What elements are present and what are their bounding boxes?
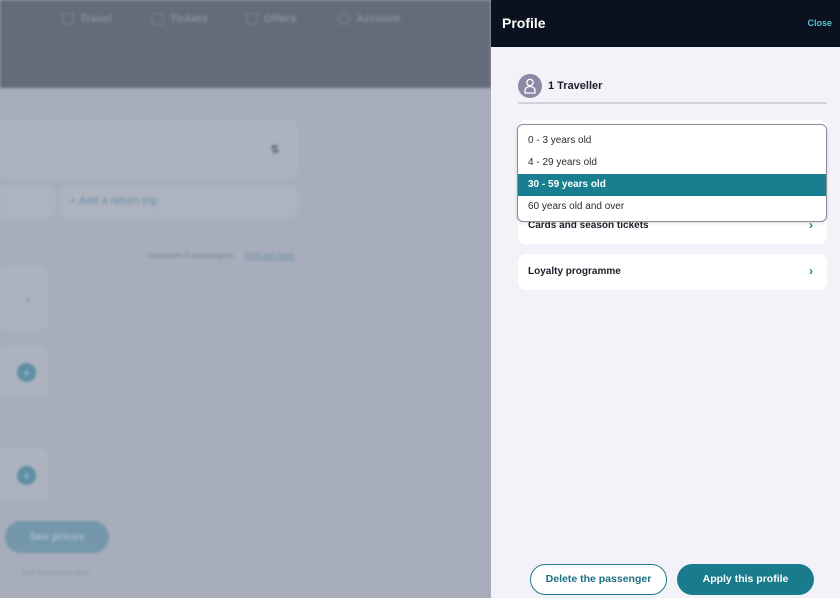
- divider: [0, 410, 298, 411]
- age-option[interactable]: 0 - 3 years old: [518, 130, 826, 152]
- nav-item-account[interactable]: Account: [338, 13, 400, 25]
- offers-icon: [246, 13, 258, 25]
- ticket-icon: [152, 13, 164, 25]
- person-icon: [524, 78, 536, 94]
- nav-item-offers[interactable]: Offers: [246, 13, 296, 25]
- route-icon: [62, 13, 74, 25]
- traveller-summary: 1 Traveller: [518, 74, 827, 104]
- find-out-more-link[interactable]: Find out more: [245, 251, 294, 260]
- nav-label: Offers: [264, 13, 297, 25]
- age-option-selected[interactable]: 30 - 59 years old: [518, 174, 826, 196]
- age-dropdown[interactable]: 0 - 3 years old 4 - 29 years old 30 - 59…: [517, 124, 827, 222]
- see-prices-button[interactable]: See prices: [5, 521, 109, 553]
- background-page: Travel Tickets Offers Account ⇅ + Add a …: [0, 0, 491, 598]
- chevron-right-icon: ›: [809, 264, 813, 278]
- route-card[interactable]: [0, 120, 298, 178]
- passenger-card[interactable]: [0, 266, 48, 330]
- nav-label: Account: [356, 13, 400, 25]
- apply-profile-button[interactable]: Apply this profile: [677, 564, 814, 595]
- add-return-trip-link[interactable]: + Add a return trip: [70, 195, 158, 207]
- nav-label: Tickets: [170, 13, 208, 25]
- panel-title: Profile: [502, 15, 546, 31]
- see-itineraries-link[interactable]: See itineraries only: [21, 568, 89, 577]
- profile-panel: Profile Close 1 Traveller Cards and seas…: [491, 0, 840, 598]
- swap-icon[interactable]: ⇅: [262, 139, 288, 161]
- chevron-right-icon: ›: [26, 292, 30, 306]
- main-nav: Travel Tickets Offers Account: [0, 13, 491, 29]
- nav-item-travel[interactable]: Travel: [62, 13, 112, 25]
- nav-item-tickets[interactable]: Tickets: [152, 13, 208, 25]
- date-field[interactable]: [0, 186, 56, 218]
- background-header: Travel Tickets Offers Account: [0, 0, 491, 88]
- traveller-count: 1 Traveller: [548, 80, 603, 92]
- close-button[interactable]: Close: [807, 18, 832, 28]
- age-option[interactable]: 60 years old and over: [518, 196, 826, 218]
- user-icon: [338, 13, 350, 25]
- row-label: Loyalty programme: [528, 266, 621, 277]
- nav-label: Travel: [80, 13, 112, 25]
- avatar: [518, 74, 542, 98]
- loyalty-programme-row[interactable]: Loyalty programme ›: [518, 254, 827, 290]
- plus-icon[interactable]: +: [17, 363, 36, 382]
- max-passengers-text: maximum 9 passengers.: [148, 251, 236, 260]
- panel-header: Profile Close: [491, 0, 840, 47]
- age-option[interactable]: 4 - 29 years old: [518, 152, 826, 174]
- plus-icon[interactable]: +: [17, 466, 36, 485]
- delete-passenger-button[interactable]: Delete the passenger: [530, 564, 667, 595]
